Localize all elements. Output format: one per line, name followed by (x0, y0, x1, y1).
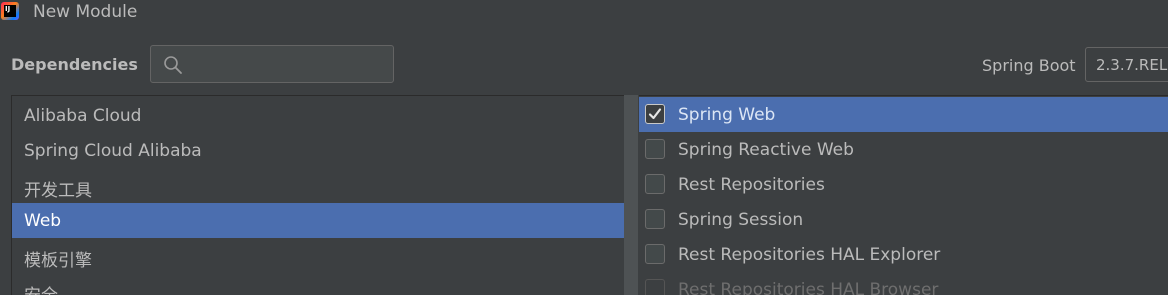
category-list: Alibaba Cloud Spring Cloud Alibaba 开发工具 Web… (11, 95, 638, 295)
category-label: 模板引擎 (24, 251, 92, 271)
category-label: Spring Cloud Alibaba (24, 141, 202, 161)
dependency-list: Spring Web Spring Reactive Web Rest Reposi… (639, 95, 1168, 295)
dependency-checkbox[interactable] (645, 209, 665, 229)
dependency-item[interactable]: Spring Session (639, 202, 1168, 237)
spring-boot-label: Spring Boot (982, 56, 1076, 75)
category-item[interactable]: 开发工具 (12, 168, 638, 203)
spring-boot-version-select[interactable]: 2.3.7.RELEASE (1085, 47, 1168, 82)
category-label: 安全 (24, 281, 58, 295)
category-label: Alibaba Cloud (24, 106, 142, 126)
category-item[interactable]: Web (12, 203, 638, 238)
intellij-idea-icon: IJ (1, 2, 19, 20)
dependency-item[interactable]: Rest Repositories (639, 167, 1168, 202)
dependency-label: Rest Repositories (678, 175, 825, 195)
spring-boot-version-value: 2.3.7.RELEASE (1096, 56, 1168, 74)
dependency-label: Rest Repositories HAL Browser (678, 280, 939, 295)
title-bar: IJ New Module (0, 0, 1168, 26)
search-icon (164, 56, 182, 74)
search-input[interactable] (150, 45, 394, 83)
dependency-label: Rest Repositories HAL Explorer (678, 245, 941, 265)
dependency-item[interactable]: Rest Repositories HAL Explorer (639, 237, 1168, 272)
check-icon (648, 108, 662, 120)
dependency-label: Spring Session (678, 210, 804, 230)
dependency-checkbox[interactable] (645, 174, 665, 194)
window-title: New Module (33, 2, 138, 22)
dependency-item[interactable]: Spring Web (639, 97, 1168, 132)
dependencies-label: Dependencies (11, 55, 138, 74)
category-label: 开发工具 (24, 181, 92, 201)
dependency-checkbox[interactable] (645, 104, 665, 124)
category-item[interactable]: 安全 (12, 273, 638, 295)
category-item[interactable]: 模板引擎 (12, 238, 638, 273)
category-label: Web (24, 211, 62, 231)
category-item[interactable]: Spring Cloud Alibaba (12, 133, 638, 168)
dependency-item: Rest Repositories HAL Browser (639, 272, 1168, 295)
dependency-checkbox (645, 279, 665, 295)
dependency-label: Spring Reactive Web (678, 140, 854, 160)
dependency-checkbox[interactable] (645, 139, 665, 159)
category-item[interactable]: Alibaba Cloud (12, 98, 638, 133)
dependency-item[interactable]: Spring Reactive Web (639, 132, 1168, 167)
dependency-label: Spring Web (678, 105, 776, 125)
splitter-handle[interactable] (624, 95, 638, 295)
dependency-checkbox[interactable] (645, 244, 665, 264)
